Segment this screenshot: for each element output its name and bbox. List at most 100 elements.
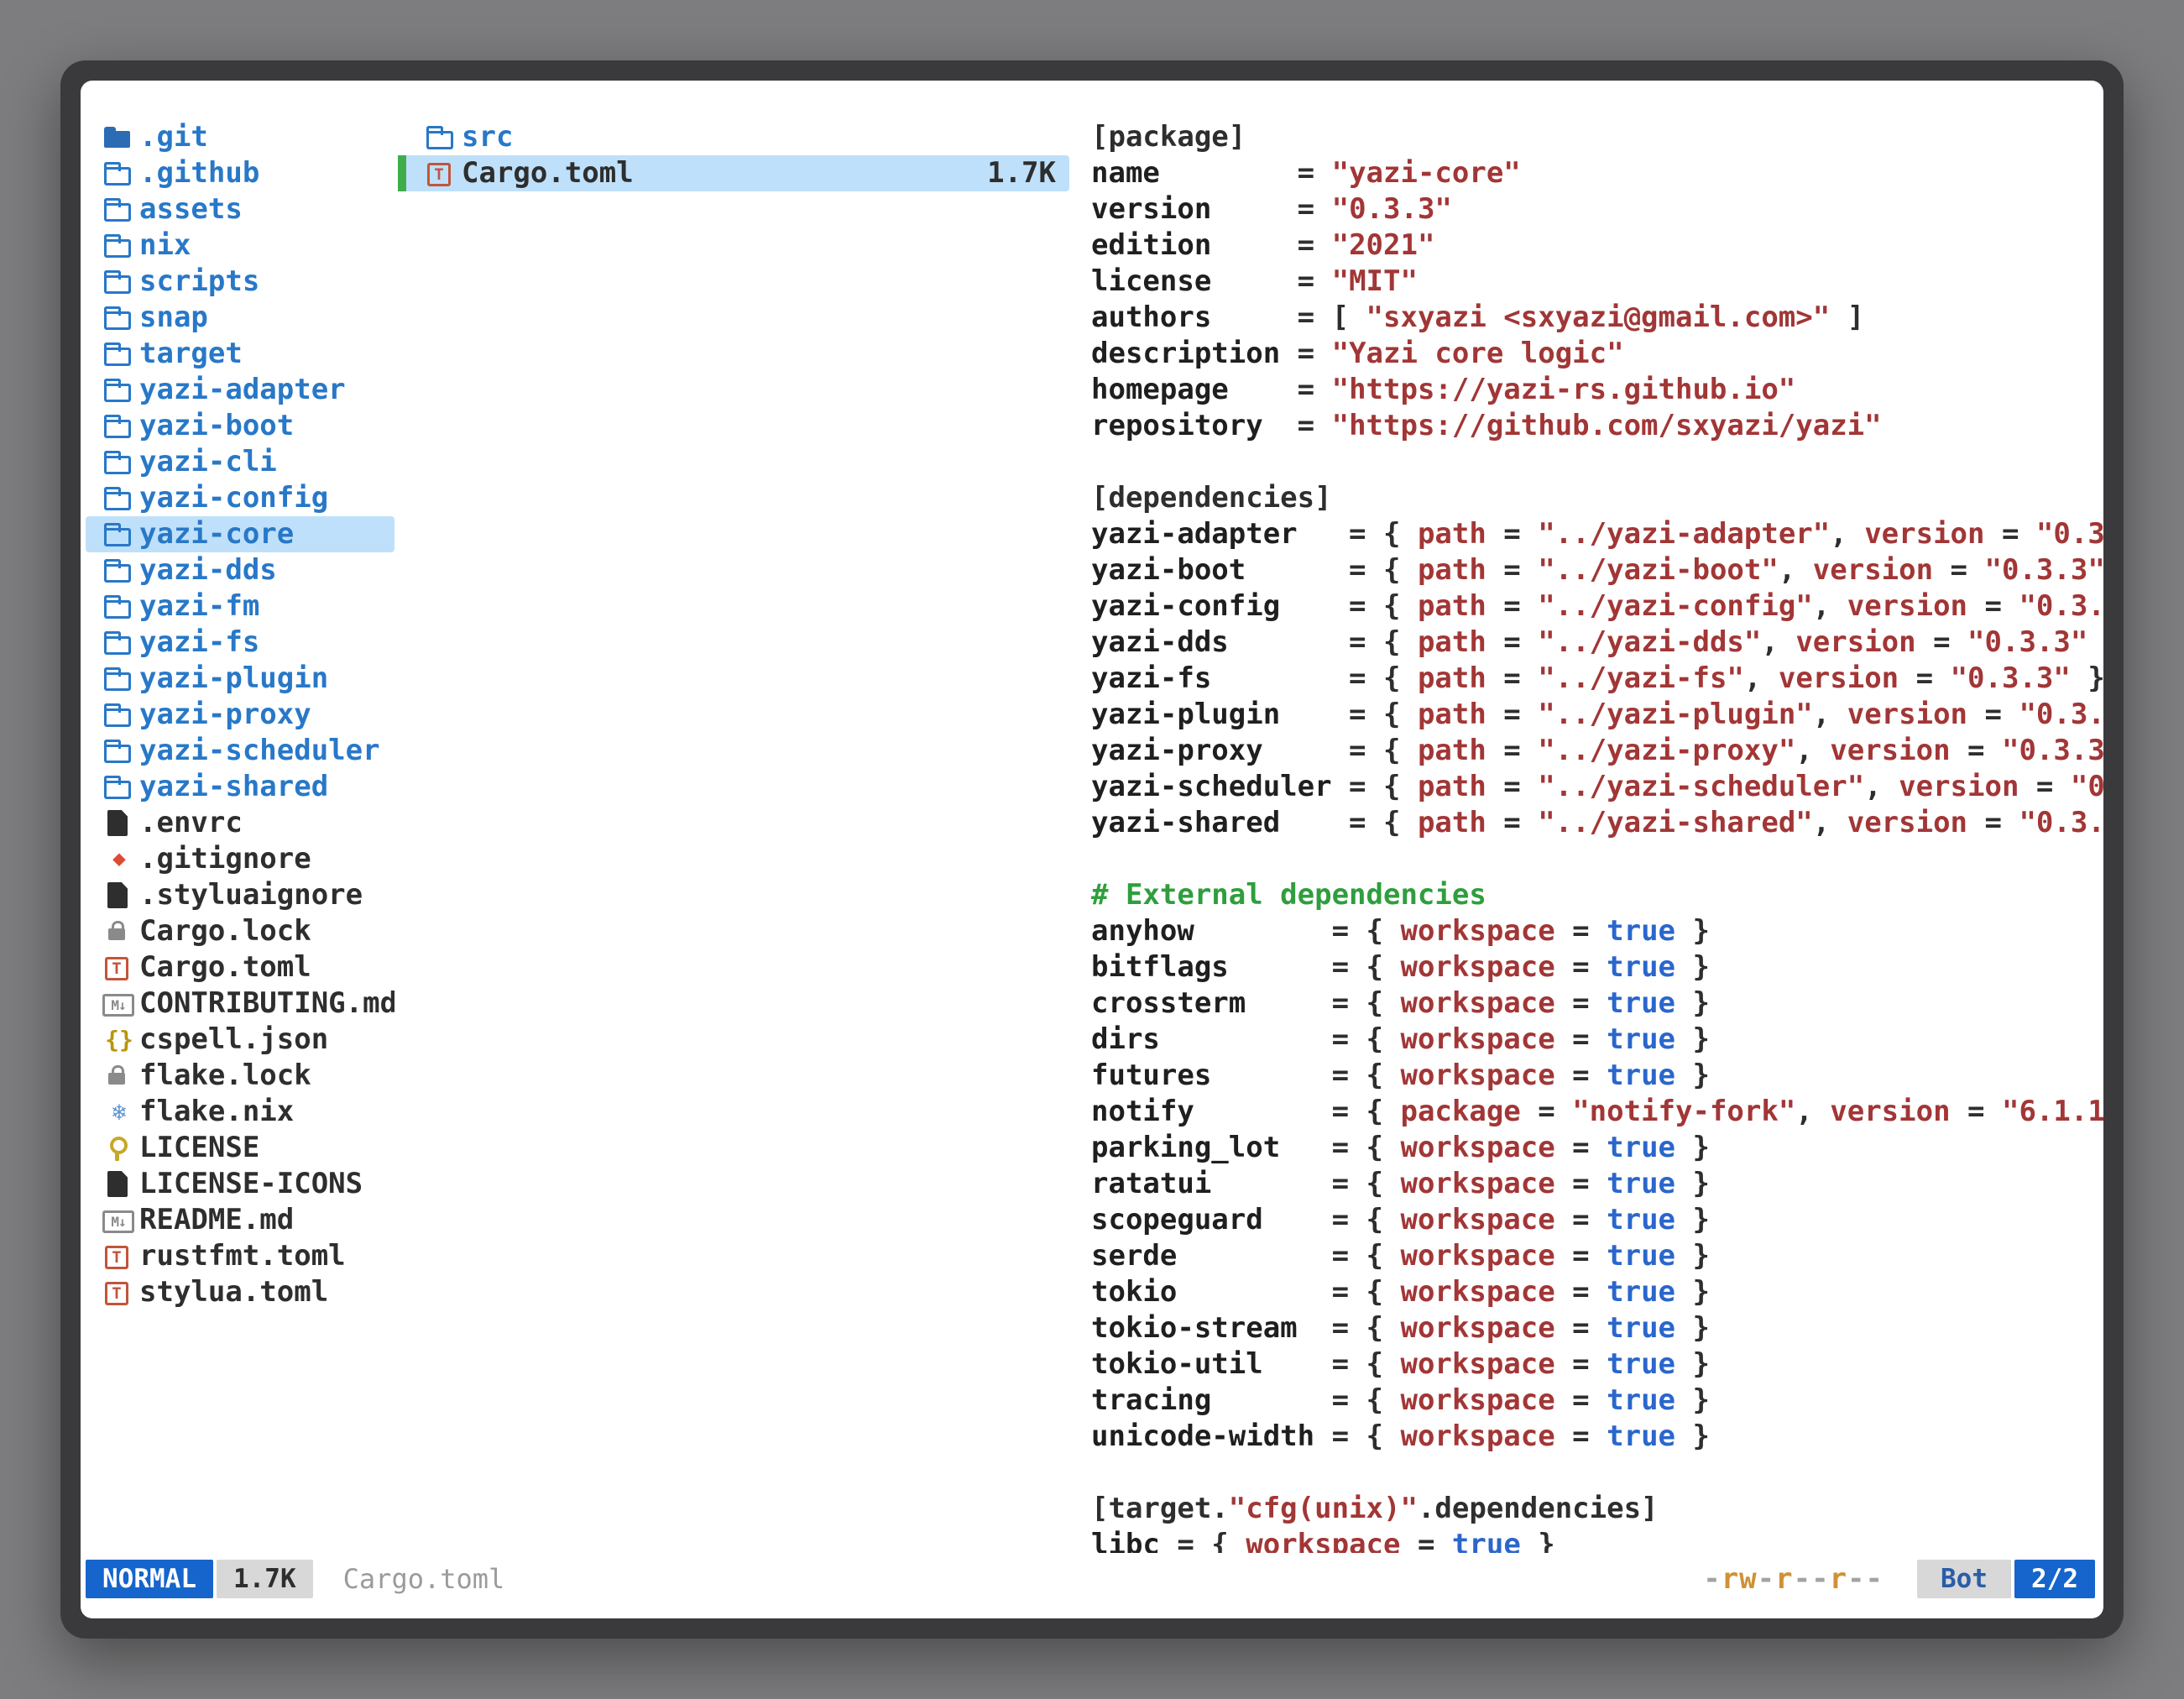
folder-icon <box>101 300 139 336</box>
file-row[interactable]: assets <box>86 191 394 227</box>
file-row[interactable]: yazi-scheduler <box>86 733 394 769</box>
file-row[interactable]: yazi-adapter <box>86 372 394 408</box>
folder-icon <box>101 336 139 372</box>
preview-line: tokio-stream = { workspace = true } <box>1091 1310 2103 1346</box>
file-row[interactable]: flake.lock <box>86 1058 394 1094</box>
file-name: yazi-core <box>139 516 294 552</box>
file-row[interactable]: yazi-config <box>86 480 394 516</box>
parent-directory-pane: .git .github assets nix <box>86 119 394 1553</box>
file-row[interactable]: Cargo.toml 1.7K <box>398 155 1069 191</box>
folder-icon <box>423 119 462 155</box>
file-row[interactable]: CONTRIBUTING.md <box>86 985 394 1022</box>
file-row[interactable]: yazi-plugin <box>86 661 394 697</box>
file-name: cspell.json <box>139 1022 328 1058</box>
folder-icon <box>101 408 139 444</box>
panes-container: .git .github assets nix <box>81 81 2103 1553</box>
file-row[interactable]: .gitignore <box>86 841 394 877</box>
file-name: yazi-cli <box>139 444 277 480</box>
file-row[interactable]: .envrc <box>86 805 394 841</box>
preview-line: anyhow = { workspace = true } <box>1091 913 2103 949</box>
file-permissions: -rw-r--r-- <box>1703 1562 1884 1596</box>
file-row[interactable]: yazi-core <box>86 516 394 552</box>
file-row[interactable]: nix <box>86 227 394 264</box>
license-icon <box>101 1130 139 1166</box>
file-name: yazi-plugin <box>139 661 328 697</box>
file-name: CONTRIBUTING.md <box>139 985 394 1022</box>
git-folder-icon <box>101 119 139 155</box>
folder-icon <box>101 625 139 661</box>
file-name: src <box>462 119 513 155</box>
file-row[interactable]: yazi-boot <box>86 408 394 444</box>
file-icon <box>101 877 139 913</box>
json-icon <box>101 1022 139 1058</box>
file-name: yazi-adapter <box>139 372 346 408</box>
file-row[interactable]: yazi-dds <box>86 552 394 588</box>
file-size-badge: 1.7K <box>217 1560 313 1598</box>
file-preview-pane[interactable]: [package]name = "yazi-core"version = "0.… <box>1091 119 2103 1553</box>
folder-icon <box>101 733 139 769</box>
file-row[interactable]: yazi-fm <box>86 588 394 625</box>
markdown-icon <box>101 1202 139 1238</box>
nix-icon <box>101 1094 139 1130</box>
mode-badge: NORMAL <box>86 1560 213 1598</box>
preview-line: yazi-fs = { path = "../yazi-fs", version… <box>1091 661 2103 697</box>
preview-line: license = "MIT" <box>1091 264 2103 300</box>
file-row[interactable]: yazi-proxy <box>86 697 394 733</box>
toml-icon <box>101 1238 139 1274</box>
file-row[interactable]: LICENSE-ICONS <box>86 1166 394 1202</box>
file-row[interactable]: .github <box>86 155 394 191</box>
file-size: 1.7K <box>987 155 1056 191</box>
cursor-position-badge: 2/2 <box>2014 1560 2095 1598</box>
file-row[interactable]: cspell.json <box>86 1022 394 1058</box>
preview-line: description = "Yazi core logic" <box>1091 336 2103 372</box>
file-row[interactable]: Cargo.toml <box>86 949 394 985</box>
file-row[interactable]: target <box>86 336 394 372</box>
file-row[interactable]: flake.nix <box>86 1094 394 1130</box>
preview-line: edition = "2021" <box>1091 227 2103 264</box>
file-row[interactable]: LICENSE <box>86 1130 394 1166</box>
preview-line: [dependencies] <box>1091 480 2103 516</box>
preview-line: libc = { workspace = true } <box>1091 1527 2103 1553</box>
preview-line: [target."cfg(unix)".dependencies] <box>1091 1491 2103 1527</box>
file-icon <box>101 1166 139 1202</box>
file-name: yazi-fm <box>139 588 259 625</box>
preview-line: yazi-scheduler = { path = "../yazi-sched… <box>1091 769 2103 805</box>
preview-line: yazi-shared = { path = "../yazi-shared",… <box>1091 805 2103 841</box>
file-name: rustfmt.toml <box>139 1238 346 1274</box>
file-name: .envrc <box>139 805 243 841</box>
file-name: stylua.toml <box>139 1274 328 1310</box>
folder-icon <box>101 444 139 480</box>
file-row[interactable]: .styluaignore <box>86 877 394 913</box>
file-row[interactable]: scripts <box>86 264 394 300</box>
preview-line: parking_lot = { workspace = true } <box>1091 1130 2103 1166</box>
file-name: yazi-fs <box>139 625 259 661</box>
file-name: LICENSE-ICONS <box>139 1166 363 1202</box>
folder-icon <box>101 552 139 588</box>
folder-icon <box>101 264 139 300</box>
folder-icon <box>101 769 139 805</box>
toml-icon <box>423 155 462 191</box>
markdown-icon <box>101 985 139 1022</box>
file-icon <box>101 805 139 841</box>
folder-icon <box>101 480 139 516</box>
preview-line: [package] <box>1091 119 2103 155</box>
yazi-file-manager: .git .github assets nix <box>81 81 2103 1618</box>
file-row[interactable]: README.md <box>86 1202 394 1238</box>
file-row[interactable]: yazi-cli <box>86 444 394 480</box>
file-name: README.md <box>139 1202 294 1238</box>
file-row[interactable]: Cargo.lock <box>86 913 394 949</box>
preview-line: scopeguard = { workspace = true } <box>1091 1202 2103 1238</box>
lock-icon <box>101 913 139 949</box>
current-directory-pane: src Cargo.toml 1.7K <box>398 119 1069 1553</box>
file-row[interactable]: yazi-shared <box>86 769 394 805</box>
file-row[interactable]: stylua.toml <box>86 1274 394 1310</box>
file-row[interactable]: rustfmt.toml <box>86 1238 394 1274</box>
file-row[interactable]: src <box>398 119 1069 155</box>
file-name: yazi-dds <box>139 552 277 588</box>
file-row[interactable]: yazi-fs <box>86 625 394 661</box>
preview-line: bitflags = { workspace = true } <box>1091 949 2103 985</box>
file-row[interactable]: snap <box>86 300 394 336</box>
file-name: Cargo.lock <box>139 913 311 949</box>
file-row[interactable]: .git <box>86 119 394 155</box>
lock-icon <box>101 1058 139 1094</box>
